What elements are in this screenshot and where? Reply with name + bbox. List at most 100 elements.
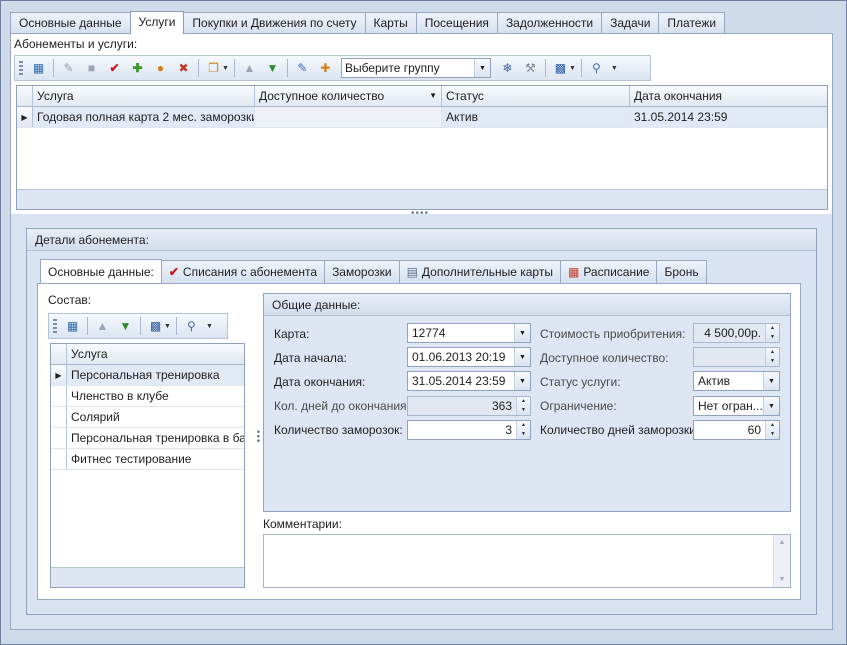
comments-textarea[interactable]: ▲ ▼ — [263, 534, 791, 588]
search-doc-icon[interactable]: ⚲ — [586, 58, 607, 78]
chevron-down-icon[interactable]: ▼ — [611, 65, 618, 72]
chevron-down-icon[interactable]: ▼ — [164, 323, 171, 330]
price-label: Стоимость приобритения: — [540, 327, 686, 341]
chevron-down-icon[interactable]: ▼ — [206, 323, 213, 330]
table-cell[interactable]: Годовая полная карта 2 мес. заморозки — [33, 107, 255, 127]
toolbar-separator — [198, 59, 199, 77]
chevron-down-icon[interactable]: ▼ — [514, 324, 530, 342]
chevron-down-icon[interactable]: ▼ — [514, 372, 530, 390]
tab-booking[interactable]: Бронь — [656, 260, 707, 283]
add-user-icon[interactable]: ✚ — [315, 58, 336, 78]
card-label: Карта: — [274, 327, 310, 341]
list-item[interactable]: Персональная тренировка в ба... — [51, 428, 244, 449]
status-value: Актив — [698, 374, 730, 388]
toolbar-grip[interactable] — [53, 319, 57, 333]
tab-details-main[interactable]: Основные данные: — [40, 259, 162, 283]
column-header-available[interactable]: Доступное количество ▼ — [255, 86, 442, 106]
list-item[interactable]: ▶ Персональная тренировка — [51, 365, 244, 386]
group-select[interactable]: Выберите группу ▼ — [340, 58, 491, 78]
arrow-down-icon[interactable]: ▼ — [115, 316, 136, 336]
limit-field[interactable]: Нет огран... ▼ — [693, 396, 780, 416]
edit-doc-icon[interactable]: ✎ — [58, 58, 79, 78]
tools-icon[interactable]: ⚒ — [520, 58, 541, 78]
end-date-field[interactable]: 31.05.2014 23:59 ▼ — [407, 371, 531, 391]
tab-tasks[interactable]: Задачи — [601, 12, 660, 34]
start-date-label: Дата начала: — [274, 351, 347, 365]
table-row[interactable]: ▶ Годовая полная карта 2 мес. заморозки … — [17, 107, 827, 128]
list-item[interactable]: Фитнес тестирование — [51, 449, 244, 470]
group-select-value: Выберите группу — [344, 61, 440, 75]
freeze-count-field[interactable]: 3 ▲ ▼ — [407, 420, 531, 440]
tab-services[interactable]: Услуги — [129, 11, 185, 34]
chevron-down-icon[interactable]: ▼ — [763, 372, 779, 390]
tab-payments[interactable]: Платежи — [658, 12, 726, 34]
status-field[interactable]: Актив ▼ — [693, 371, 780, 391]
pencil-icon[interactable]: ✎ — [292, 58, 313, 78]
table-cell[interactable]: 31.05.2014 23:59 — [630, 107, 827, 127]
tab-cards[interactable]: Карты — [364, 12, 417, 34]
grid-icon[interactable]: ▦ — [28, 58, 49, 78]
copy-icon[interactable]: ❐ — [203, 58, 224, 78]
list-item[interactable]: Членство в клубе — [51, 386, 244, 407]
chevron-down-icon[interactable]: ▼ — [473, 59, 490, 77]
chevron-down-icon[interactable]: ▼ — [222, 65, 229, 72]
toolbar-separator — [87, 317, 88, 335]
chevron-down-icon[interactable]: ▼ — [763, 397, 779, 415]
toolbar-grip[interactable] — [19, 61, 23, 75]
save-icon[interactable]: ▩ — [550, 58, 571, 78]
table-cell[interactable]: Актив — [442, 107, 630, 127]
thermometer-icon[interactable]: ❄ — [497, 58, 518, 78]
tab-freezes[interactable]: Заморозки — [324, 260, 400, 283]
save-icon[interactable]: ▩ — [145, 316, 166, 336]
spin-buttons-icon: ▲ ▼ — [516, 397, 530, 415]
tab-extra-cards[interactable]: ▤ Дополнительные карты — [398, 260, 561, 283]
freeze-days-field[interactable]: 60 ▲ ▼ — [693, 420, 780, 440]
freeze-days-value: 60 — [747, 423, 761, 437]
grid-icon[interactable]: ▦ — [62, 316, 83, 336]
chevron-down-icon[interactable]: ▼ — [569, 65, 576, 72]
arrow-up-icon[interactable]: ▲ — [92, 316, 113, 336]
arrow-up-icon[interactable]: ▲ — [239, 58, 260, 78]
column-header[interactable]: Услуга — [67, 344, 244, 364]
column-header[interactable]: Услуга — [33, 86, 255, 106]
tab-main-data[interactable]: Основные данные — [10, 12, 131, 34]
services-toolbar: ▦ ✎ ■ ✔ ✚ ● ✖ ❐ ▼ ▲ ▼ ✎ ✚ Выберите групп… — [14, 55, 651, 81]
splitter-handle[interactable]: •••• — [411, 208, 429, 219]
comments-scrollbar[interactable]: ▲ ▼ — [773, 535, 790, 587]
tab-debts[interactable]: Задолженности — [496, 12, 603, 34]
table-cell[interactable] — [255, 107, 442, 127]
grid-footer — [17, 189, 827, 209]
scroll-up-icon[interactable]: ▲ — [779, 539, 786, 546]
user-delete-icon[interactable]: ✖ — [173, 58, 194, 78]
composition-toolbar: ▦ ▲ ▼ ▩ ▼ ⚲ ▼ — [48, 313, 228, 339]
available-field: ▲ ▼ — [693, 347, 780, 367]
arrow-down-icon[interactable]: ▼ — [262, 58, 283, 78]
start-date-value: 01.06.2013 20:19 — [412, 350, 506, 364]
search-doc-icon[interactable]: ⚲ — [181, 316, 202, 336]
add-green-icon[interactable]: ✚ — [127, 58, 148, 78]
tab-label: Заморозки — [332, 265, 392, 279]
price-value: 4 500,00р. — [704, 326, 761, 340]
tab-label: Основные данные: — [48, 264, 154, 279]
vertical-splitter-handle[interactable]: ••• — [252, 430, 263, 444]
tab-write-offs[interactable]: ✔ Списания с абонемента — [160, 260, 326, 283]
row-indicator-header — [17, 86, 33, 106]
tab-visits[interactable]: Посещения — [415, 12, 498, 34]
scroll-down-icon[interactable]: ▼ — [779, 576, 786, 583]
column-header[interactable]: Статус — [442, 86, 630, 106]
lock-icon[interactable]: ■ — [81, 58, 102, 78]
tab-schedule[interactable]: ▦ Расписание — [559, 260, 658, 283]
chevron-down-icon[interactable]: ▼ — [514, 348, 530, 366]
spin-buttons-icon[interactable]: ▲ ▼ — [516, 421, 530, 439]
tab-purchases[interactable]: Покупки и Движения по счету — [183, 12, 366, 34]
column-header[interactable]: Дата окончания — [630, 86, 827, 106]
list-item[interactable]: Солярий — [51, 407, 244, 428]
spin-buttons-icon: ▲ ▼ — [765, 324, 779, 342]
card-field[interactable]: 12774 ▼ — [407, 323, 531, 343]
start-date-field[interactable]: 01.06.2013 20:19 ▼ — [407, 347, 531, 367]
spin-buttons-icon[interactable]: ▲ ▼ — [765, 421, 779, 439]
days-left-value: 363 — [491, 399, 512, 413]
check-icon[interactable]: ✔ — [104, 58, 125, 78]
user-remove-icon[interactable]: ● — [150, 58, 171, 78]
available-label: Доступное количество: — [540, 351, 669, 365]
